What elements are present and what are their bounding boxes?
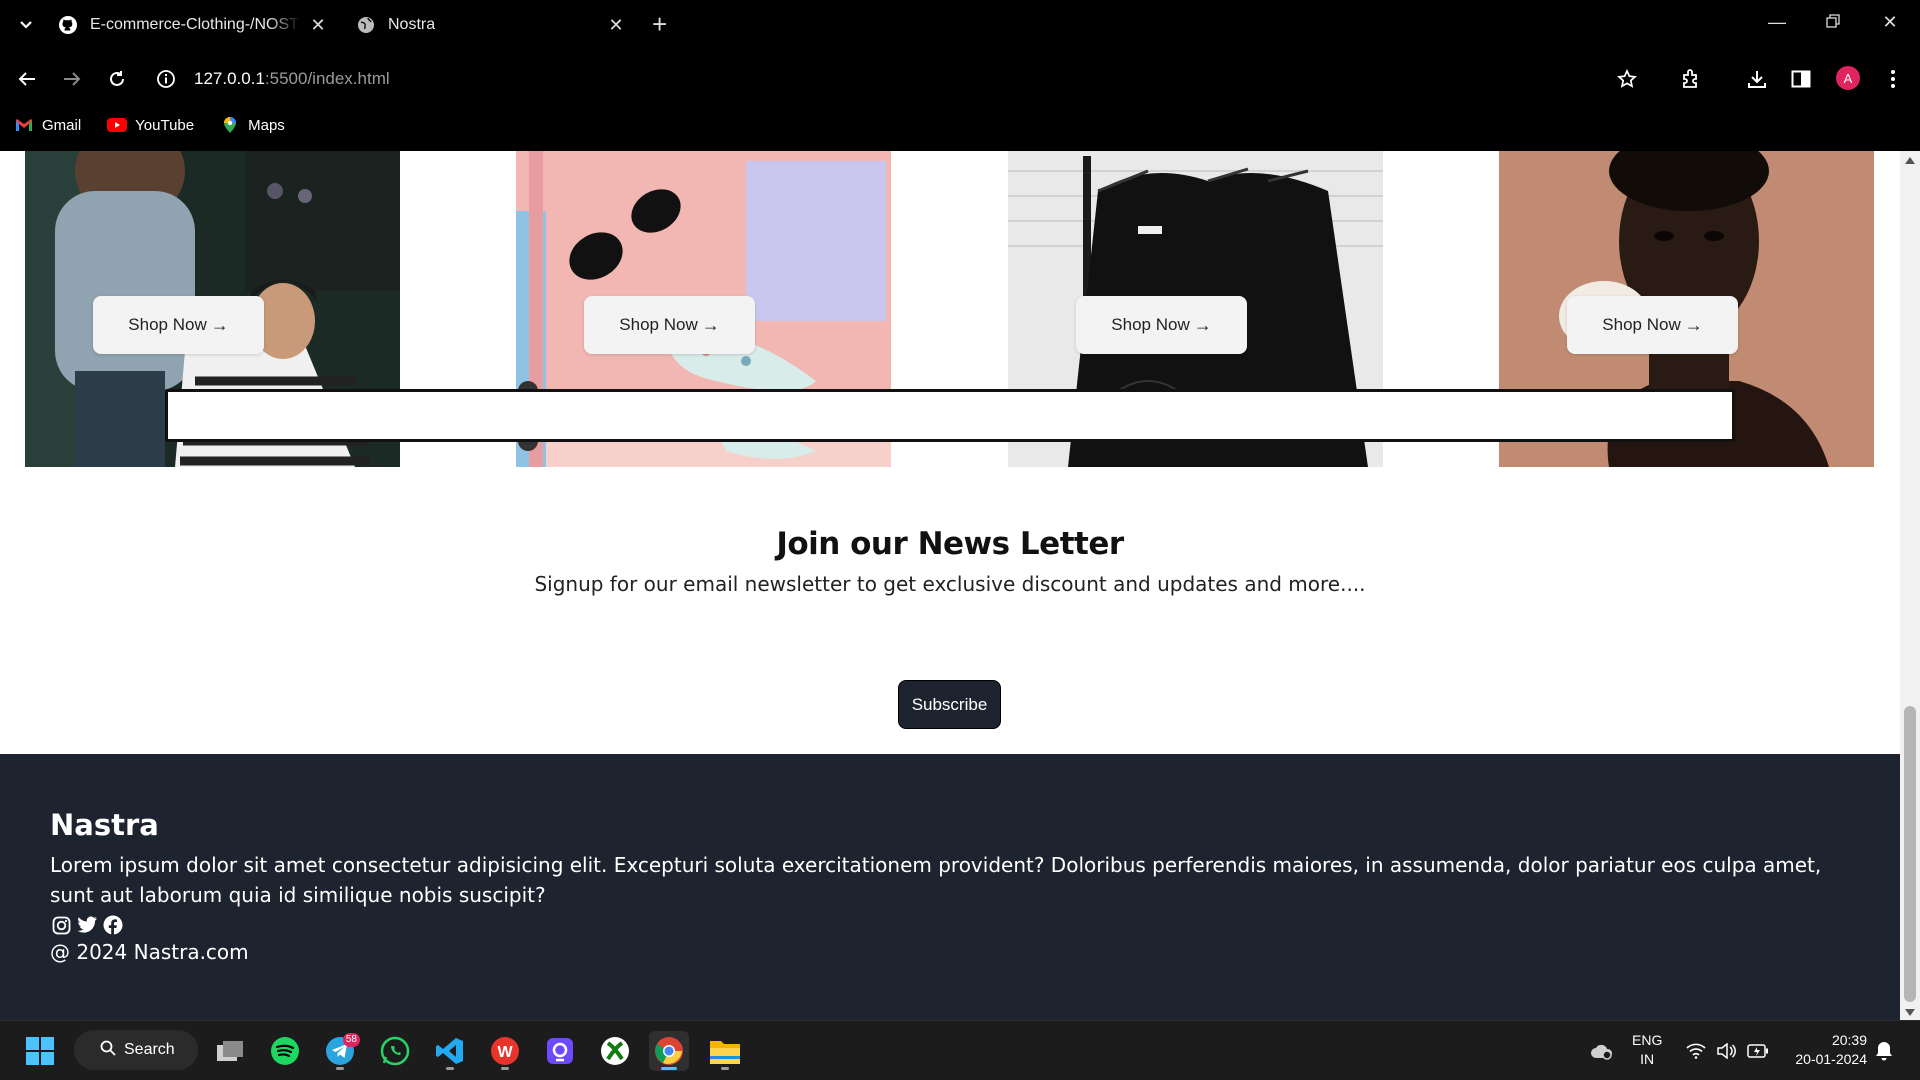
battery-icon[interactable] [1738, 1031, 1778, 1071]
forward-arrow-icon[interactable] [59, 66, 85, 92]
newsletter-section: Join our News Letter Signup for our emai… [0, 526, 1900, 596]
reload-icon[interactable] [104, 66, 130, 92]
instagram-icon[interactable] [50, 914, 72, 936]
notification-bell-icon[interactable] [1864, 1031, 1904, 1071]
bookmark-maps[interactable]: Maps [220, 117, 285, 134]
page-scrollbar[interactable] [1900, 151, 1920, 1020]
page-viewport: Shop Now → Shop Now → Shop Now → Shop No… [0, 151, 1920, 1020]
close-tab-icon[interactable]: ✕ [606, 15, 626, 35]
scroll-down-arrow-icon[interactable] [1905, 1009, 1915, 1016]
close-window-icon[interactable]: ✕ [1876, 12, 1904, 33]
arrow-right-icon: → [210, 314, 229, 335]
search-label: Search [124, 1041, 175, 1058]
footer-copyright: @ 2024 Nastra.com [50, 940, 249, 964]
telegram-badge: 58 [342, 1033, 360, 1047]
arrow-right-icon: → [1193, 314, 1212, 335]
proton-icon[interactable] [540, 1031, 580, 1071]
tab-search-chevron-icon[interactable] [14, 13, 38, 37]
extensions-icon[interactable] [1678, 66, 1704, 92]
gmail-icon [14, 117, 34, 133]
file-explorer-icon[interactable] [705, 1031, 745, 1071]
onedrive-cloud-icon[interactable] [1582, 1031, 1622, 1071]
language-indicator[interactable]: ENG IN [1632, 1031, 1662, 1069]
subscribe-button[interactable]: Subscribe [898, 680, 1001, 729]
twitter-icon[interactable] [76, 914, 98, 936]
bookmark-label: Gmail [42, 116, 82, 134]
arrow-right-icon: → [1684, 314, 1703, 335]
bookmarks-bar: Gmail YouTube Maps [0, 112, 1920, 138]
taskbar-search[interactable]: Search [74, 1030, 198, 1070]
search-icon [100, 1040, 116, 1061]
social-links [50, 914, 1850, 936]
wps-office-icon[interactable]: W [485, 1031, 525, 1071]
bookmark-star-icon[interactable] [1614, 66, 1640, 92]
bookmark-gmail[interactable]: Gmail [14, 117, 81, 134]
footer: Nastra Lorem ipsum dolor sit amet consec… [0, 754, 1900, 1020]
spotify-icon[interactable] [265, 1031, 305, 1071]
system-clock[interactable]: 20:39 20-01-2024 [1785, 1031, 1867, 1069]
menu-dots-icon[interactable] [1880, 66, 1906, 92]
shop-now-button[interactable]: Shop Now → [584, 296, 755, 354]
whatsapp-icon[interactable] [375, 1031, 415, 1071]
github-icon [58, 15, 78, 35]
bookmark-label: Maps [248, 116, 285, 134]
side-panel-icon[interactable] [1788, 66, 1814, 92]
facebook-icon[interactable] [102, 914, 124, 936]
bookmark-label: YouTube [135, 116, 195, 134]
minimize-icon[interactable]: — [1763, 12, 1791, 33]
svg-text:W: W [497, 1044, 513, 1061]
site-info-icon[interactable] [156, 69, 176, 89]
close-tab-icon[interactable]: ✕ [308, 15, 328, 35]
scroll-up-arrow-icon[interactable] [1905, 157, 1915, 164]
tab-title: E-commerce-Clothing-/NOSTRA [90, 16, 300, 33]
new-tab-button[interactable]: + [652, 11, 667, 37]
newsletter-email-input[interactable] [165, 389, 1735, 442]
browser-toolbar: 127.0.0.1:5500/index.html [0, 58, 1920, 100]
globe-icon [356, 15, 376, 35]
tab-title: Nostra [388, 16, 436, 33]
tab-strip: E-commerce-Clothing-/NOSTRA ✕ Nostra ✕ +… [0, 0, 1920, 50]
url-path: :5500/index.html [264, 69, 390, 88]
shop-now-button[interactable]: Shop Now → [1567, 296, 1738, 354]
shop-now-button[interactable]: Shop Now → [1076, 296, 1247, 354]
arrow-right-icon: → [701, 314, 720, 335]
tab-github[interactable]: E-commerce-Clothing-/NOSTRA ✕ [58, 6, 328, 44]
windows-taskbar: Search 58 W ENG IN 20:39 20-01-2024 [0, 1020, 1920, 1080]
task-view-icon[interactable] [210, 1031, 250, 1071]
youtube-icon [107, 117, 128, 133]
shop-now-button[interactable]: Shop Now → [93, 296, 264, 354]
telegram-icon[interactable]: 58 [320, 1031, 360, 1071]
url-host: 127.0.0.1 [194, 69, 265, 88]
tab-nostra[interactable]: Nostra ✕ [356, 6, 626, 44]
vscode-icon[interactable] [430, 1031, 470, 1071]
chrome-icon[interactable] [649, 1031, 689, 1071]
footer-brand: Nastra [50, 808, 159, 842]
scroll-thumb[interactable] [1904, 706, 1916, 1002]
downloads-icon[interactable] [1744, 66, 1770, 92]
address-bar[interactable]: 127.0.0.1:5500/index.html [156, 62, 390, 96]
maps-icon [220, 117, 240, 133]
back-arrow-icon[interactable] [14, 66, 40, 92]
restore-icon[interactable] [1819, 12, 1847, 33]
start-windows-icon[interactable] [20, 1031, 60, 1071]
profile-avatar[interactable]: A [1836, 66, 1860, 90]
newsletter-title: Join our News Letter [776, 526, 1124, 562]
bookmark-youtube[interactable]: YouTube [107, 117, 194, 134]
xbox-icon[interactable] [595, 1031, 635, 1071]
newsletter-subtitle: Signup for our email newsletter to get e… [534, 572, 1366, 596]
footer-description: Lorem ipsum dolor sit amet consectetur a… [50, 853, 1822, 907]
